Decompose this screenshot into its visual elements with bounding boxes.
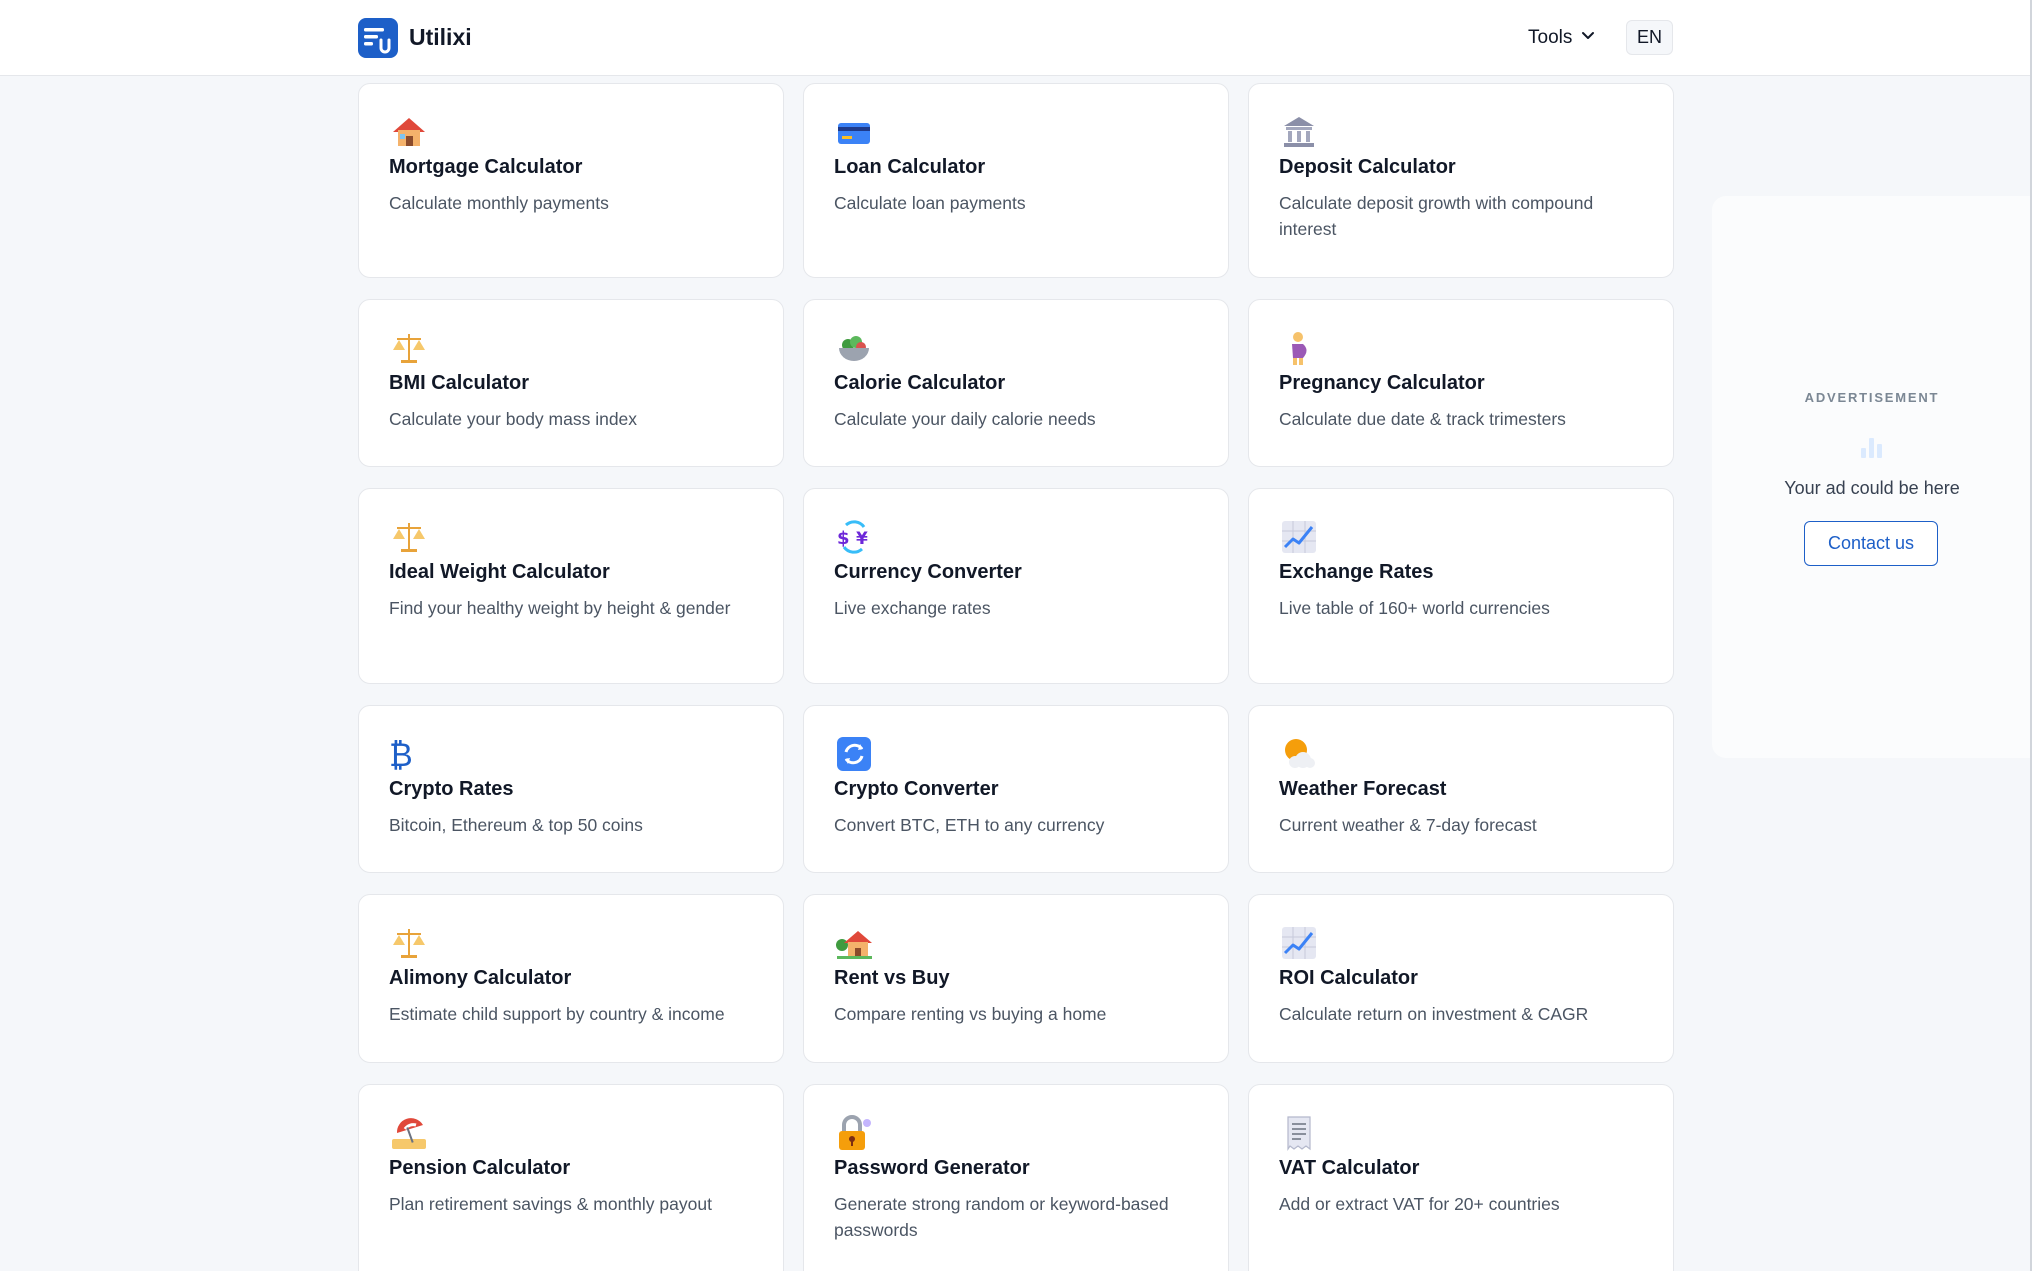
salad-bowl-icon xyxy=(834,328,874,368)
tool-description: Estimate child support by country & inco… xyxy=(389,1004,725,1024)
bank-icon xyxy=(1279,112,1319,152)
scales-icon xyxy=(389,517,429,557)
tool-description: Bitcoin, Ethereum & top 50 coins xyxy=(389,815,643,835)
tool-title: Calorie Calculator xyxy=(834,372,1006,394)
tool-title: Alimony Calculator xyxy=(389,967,572,989)
tool-card-password-generator[interactable]: Password Generator Generate strong rando… xyxy=(803,1084,1229,1271)
tool-card-loan[interactable]: Loan Calculator Calculate loan payments xyxy=(803,83,1229,278)
tool-card-vat[interactable]: VAT Calculator Add or extract VAT for 20… xyxy=(1248,1084,1674,1271)
tool-description: Compare renting vs buying a home xyxy=(834,1004,1107,1024)
tool-title: Password Generator xyxy=(834,1157,1030,1179)
tool-card-alimony[interactable]: Alimony Calculator Estimate child suppor… xyxy=(358,894,784,1063)
tool-card-rent-vs-buy[interactable]: Rent vs Buy Compare renting vs buying a … xyxy=(803,894,1229,1063)
scales-icon xyxy=(389,328,429,368)
bitcoin-icon: ₿ xyxy=(389,734,429,774)
brand-logo[interactable]: Utilixi xyxy=(358,17,472,58)
tool-title: Exchange Rates xyxy=(1279,561,1434,583)
tool-card-bmi[interactable]: BMI Calculator Calculate your body mass … xyxy=(358,299,784,467)
tool-description: Calculate your daily calorie needs xyxy=(834,409,1096,429)
tool-description: Live table of 160+ world currencies xyxy=(1279,598,1550,618)
brand-name: Utilixi xyxy=(409,24,472,50)
credit-card-icon xyxy=(834,112,874,152)
tool-title: Mortgage Calculator xyxy=(389,156,583,178)
tool-card-crypto-rates[interactable]: ₿ Crypto Rates Bitcoin, Ethereum & top 5… xyxy=(358,705,784,873)
contact-us-button[interactable]: Contact us xyxy=(1804,521,1938,566)
tool-card-pregnancy[interactable]: Pregnancy Calculator Calculate due date … xyxy=(1248,299,1674,467)
scales-icon xyxy=(389,923,429,963)
locked-with-key-icon xyxy=(834,1113,874,1153)
tool-card-exchange-rates[interactable]: Exchange Rates Live table of 160+ world … xyxy=(1248,488,1674,684)
tool-title: Deposit Calculator xyxy=(1279,156,1456,178)
tool-description: Current weather & 7-day forecast xyxy=(1279,815,1537,835)
tool-title: Crypto Rates xyxy=(389,778,514,800)
house-with-garden-icon xyxy=(834,923,874,963)
tools-menu[interactable]: Tools xyxy=(1528,24,1596,52)
tool-card-roi[interactable]: ROI Calculator Calculate return on inves… xyxy=(1248,894,1674,1063)
tool-description: Find your healthy weight by height & gen… xyxy=(389,598,731,618)
bar-chart-icon xyxy=(1858,432,1886,465)
chevron-down-icon xyxy=(1580,27,1596,49)
tool-title: Loan Calculator xyxy=(834,156,986,178)
tool-description: Calculate deposit growth with compound i… xyxy=(1279,193,1594,239)
tools-menu-label: Tools xyxy=(1528,27,1573,48)
tool-title: Currency Converter xyxy=(834,561,1022,583)
ad-label: ADVERTISEMENT xyxy=(1804,390,1940,405)
tool-description: Calculate monthly payments xyxy=(389,193,609,213)
tool-description: Calculate due date & track trimesters xyxy=(1279,409,1566,429)
tool-card-ideal-weight[interactable]: Ideal Weight Calculator Find your health… xyxy=(358,488,784,684)
receipt-icon xyxy=(1279,1113,1319,1153)
tool-description: Calculate loan payments xyxy=(834,193,1026,213)
chart-increasing-icon xyxy=(1279,923,1319,963)
tool-description: Generate strong random or keyword-based … xyxy=(834,1194,1169,1240)
tool-card-crypto-converter[interactable]: Crypto Converter Convert BTC, ETH to any… xyxy=(803,705,1229,873)
advertisement-panel: ADVERTISEMENT Your ad could be here Cont… xyxy=(1712,196,2032,758)
tool-title: Ideal Weight Calculator xyxy=(389,561,610,583)
house-icon xyxy=(389,112,429,152)
tool-title: BMI Calculator xyxy=(389,372,530,394)
svg-text:$: $ xyxy=(837,528,850,549)
tool-title: ROI Calculator xyxy=(1279,967,1418,989)
language-switcher[interactable]: EN xyxy=(1626,20,1673,55)
ad-message: Your ad could be here xyxy=(1784,478,1960,498)
tool-card-calorie[interactable]: Calorie Calculator Calculate your daily … xyxy=(803,299,1229,467)
top-navbar: Utilixi Tools EN xyxy=(0,0,2032,76)
tool-title: Pregnancy Calculator xyxy=(1279,372,1485,394)
tool-description: Calculate your body mass index xyxy=(389,409,638,429)
chart-increasing-icon xyxy=(1279,517,1319,557)
tool-card-pension[interactable]: Pension Calculator Plan retirement savin… xyxy=(358,1084,784,1271)
beach-umbrella-icon xyxy=(389,1113,429,1153)
tool-description: Live exchange rates xyxy=(834,598,991,618)
tool-title: Weather Forecast xyxy=(1279,778,1447,800)
tool-description: Plan retirement savings & monthly payout xyxy=(389,1194,712,1214)
utilixi-logo-icon xyxy=(358,17,398,58)
svg-text:¥: ¥ xyxy=(856,529,868,549)
tool-description: Add or extract VAT for 20+ countries xyxy=(1279,1194,1560,1214)
tool-title: Rent vs Buy xyxy=(834,967,950,989)
tool-card-weather[interactable]: Weather Forecast Current weather & 7-day… xyxy=(1248,705,1674,873)
currency-exchange-icon: $ ¥ xyxy=(834,517,874,557)
svg-text:₿: ₿ xyxy=(389,736,413,774)
tool-description: Calculate return on investment & CAGR xyxy=(1279,1004,1589,1024)
sun-behind-cloud-icon xyxy=(1279,734,1319,774)
tool-card-deposit[interactable]: Deposit Calculator Calculate deposit gro… xyxy=(1248,83,1674,278)
tool-card-currency-converter[interactable]: $ ¥ Currency Converter Live exchange rate… xyxy=(803,488,1229,684)
tool-title: Pension Calculator xyxy=(389,1157,571,1179)
tools-grid: Mortgage Calculator Calculate monthly pa… xyxy=(358,83,1674,1271)
pregnant-woman-icon xyxy=(1279,328,1319,368)
tool-description: Convert BTC, ETH to any currency xyxy=(834,815,1105,835)
tool-card-mortgage[interactable]: Mortgage Calculator Calculate monthly pa… xyxy=(358,83,784,278)
tool-title: VAT Calculator xyxy=(1279,1157,1420,1179)
tool-title: Crypto Converter xyxy=(834,778,999,800)
refresh-arrows-icon xyxy=(834,734,874,774)
